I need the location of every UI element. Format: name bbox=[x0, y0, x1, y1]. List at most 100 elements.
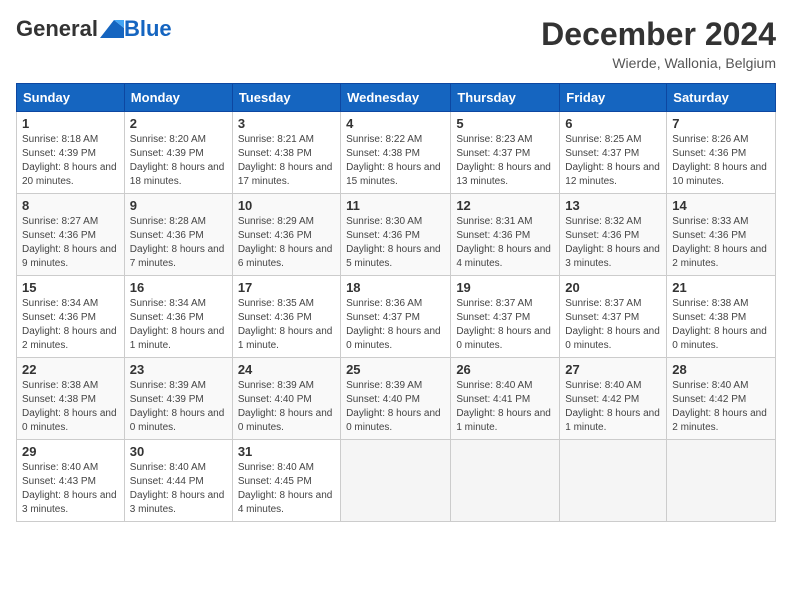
day-number: 15 bbox=[22, 280, 119, 295]
calendar-header-row: SundayMondayTuesdayWednesdayThursdayFrid… bbox=[17, 84, 776, 112]
calendar-cell: 4 Sunrise: 8:22 AMSunset: 4:38 PMDayligh… bbox=[341, 112, 451, 194]
day-info: Sunrise: 8:37 AMSunset: 4:37 PMDaylight:… bbox=[565, 298, 660, 351]
logo-general: General bbox=[16, 16, 98, 42]
day-info: Sunrise: 8:38 AMSunset: 4:38 PMDaylight:… bbox=[22, 380, 117, 433]
day-number: 20 bbox=[565, 280, 661, 295]
calendar-header-thursday: Thursday bbox=[451, 84, 560, 112]
day-number: 23 bbox=[130, 362, 227, 377]
calendar-header-monday: Monday bbox=[124, 84, 232, 112]
calendar-cell: 14 Sunrise: 8:33 AMSunset: 4:36 PMDaylig… bbox=[667, 194, 776, 276]
day-number: 18 bbox=[346, 280, 445, 295]
day-info: Sunrise: 8:33 AMSunset: 4:36 PMDaylight:… bbox=[672, 216, 767, 269]
calendar-cell: 16 Sunrise: 8:34 AMSunset: 4:36 PMDaylig… bbox=[124, 276, 232, 358]
calendar-week-row: 1 Sunrise: 8:18 AMSunset: 4:39 PMDayligh… bbox=[17, 112, 776, 194]
calendar-cell: 28 Sunrise: 8:40 AMSunset: 4:42 PMDaylig… bbox=[667, 358, 776, 440]
day-number: 11 bbox=[346, 198, 445, 213]
day-number: 10 bbox=[238, 198, 335, 213]
day-info: Sunrise: 8:22 AMSunset: 4:38 PMDaylight:… bbox=[346, 134, 441, 187]
day-number: 14 bbox=[672, 198, 770, 213]
calendar-cell bbox=[667, 440, 776, 522]
calendar-cell: 29 Sunrise: 8:40 AMSunset: 4:43 PMDaylig… bbox=[17, 440, 125, 522]
day-info: Sunrise: 8:40 AMSunset: 4:42 PMDaylight:… bbox=[672, 380, 767, 433]
calendar-cell: 6 Sunrise: 8:25 AMSunset: 4:37 PMDayligh… bbox=[560, 112, 667, 194]
day-info: Sunrise: 8:23 AMSunset: 4:37 PMDaylight:… bbox=[456, 134, 551, 187]
day-number: 2 bbox=[130, 116, 227, 131]
calendar-cell: 30 Sunrise: 8:40 AMSunset: 4:44 PMDaylig… bbox=[124, 440, 232, 522]
month-title: December 2024 bbox=[541, 16, 776, 53]
calendar-cell: 12 Sunrise: 8:31 AMSunset: 4:36 PMDaylig… bbox=[451, 194, 560, 276]
day-number: 17 bbox=[238, 280, 335, 295]
day-info: Sunrise: 8:40 AMSunset: 4:43 PMDaylight:… bbox=[22, 462, 117, 515]
day-number: 3 bbox=[238, 116, 335, 131]
calendar-week-row: 15 Sunrise: 8:34 AMSunset: 4:36 PMDaylig… bbox=[17, 276, 776, 358]
calendar-cell: 24 Sunrise: 8:39 AMSunset: 4:40 PMDaylig… bbox=[232, 358, 340, 440]
day-info: Sunrise: 8:18 AMSunset: 4:39 PMDaylight:… bbox=[22, 134, 117, 187]
day-info: Sunrise: 8:38 AMSunset: 4:38 PMDaylight:… bbox=[672, 298, 767, 351]
day-info: Sunrise: 8:31 AMSunset: 4:36 PMDaylight:… bbox=[456, 216, 551, 269]
location: Wierde, Wallonia, Belgium bbox=[541, 55, 776, 71]
day-number: 31 bbox=[238, 444, 335, 459]
calendar-cell: 27 Sunrise: 8:40 AMSunset: 4:42 PMDaylig… bbox=[560, 358, 667, 440]
calendar-cell: 11 Sunrise: 8:30 AMSunset: 4:36 PMDaylig… bbox=[341, 194, 451, 276]
calendar-header-friday: Friday bbox=[560, 84, 667, 112]
day-info: Sunrise: 8:26 AMSunset: 4:36 PMDaylight:… bbox=[672, 134, 767, 187]
day-info: Sunrise: 8:30 AMSunset: 4:36 PMDaylight:… bbox=[346, 216, 441, 269]
day-info: Sunrise: 8:40 AMSunset: 4:41 PMDaylight:… bbox=[456, 380, 551, 433]
calendar-cell: 5 Sunrise: 8:23 AMSunset: 4:37 PMDayligh… bbox=[451, 112, 560, 194]
calendar-cell: 8 Sunrise: 8:27 AMSunset: 4:36 PMDayligh… bbox=[17, 194, 125, 276]
calendar-cell: 20 Sunrise: 8:37 AMSunset: 4:37 PMDaylig… bbox=[560, 276, 667, 358]
logo-blue: Blue bbox=[124, 16, 172, 42]
calendar-header-sunday: Sunday bbox=[17, 84, 125, 112]
day-info: Sunrise: 8:32 AMSunset: 4:36 PMDaylight:… bbox=[565, 216, 660, 269]
page-header: General Blue December 2024 Wierde, Wallo… bbox=[16, 16, 776, 71]
calendar-cell: 17 Sunrise: 8:35 AMSunset: 4:36 PMDaylig… bbox=[232, 276, 340, 358]
day-number: 16 bbox=[130, 280, 227, 295]
calendar-cell: 23 Sunrise: 8:39 AMSunset: 4:39 PMDaylig… bbox=[124, 358, 232, 440]
title-block: December 2024 Wierde, Wallonia, Belgium bbox=[541, 16, 776, 71]
day-info: Sunrise: 8:40 AMSunset: 4:42 PMDaylight:… bbox=[565, 380, 660, 433]
calendar-cell: 21 Sunrise: 8:38 AMSunset: 4:38 PMDaylig… bbox=[667, 276, 776, 358]
day-number: 7 bbox=[672, 116, 770, 131]
day-info: Sunrise: 8:36 AMSunset: 4:37 PMDaylight:… bbox=[346, 298, 441, 351]
day-info: Sunrise: 8:39 AMSunset: 4:39 PMDaylight:… bbox=[130, 380, 225, 433]
calendar-week-row: 8 Sunrise: 8:27 AMSunset: 4:36 PMDayligh… bbox=[17, 194, 776, 276]
day-info: Sunrise: 8:20 AMSunset: 4:39 PMDaylight:… bbox=[130, 134, 225, 187]
day-number: 12 bbox=[456, 198, 554, 213]
day-number: 26 bbox=[456, 362, 554, 377]
logo: General Blue bbox=[16, 16, 172, 42]
calendar-cell: 9 Sunrise: 8:28 AMSunset: 4:36 PMDayligh… bbox=[124, 194, 232, 276]
calendar-cell: 22 Sunrise: 8:38 AMSunset: 4:38 PMDaylig… bbox=[17, 358, 125, 440]
calendar-cell: 25 Sunrise: 8:39 AMSunset: 4:40 PMDaylig… bbox=[341, 358, 451, 440]
day-info: Sunrise: 8:29 AMSunset: 4:36 PMDaylight:… bbox=[238, 216, 333, 269]
calendar-header-tuesday: Tuesday bbox=[232, 84, 340, 112]
day-number: 27 bbox=[565, 362, 661, 377]
calendar-cell bbox=[451, 440, 560, 522]
calendar-cell: 15 Sunrise: 8:34 AMSunset: 4:36 PMDaylig… bbox=[17, 276, 125, 358]
calendar-header-wednesday: Wednesday bbox=[341, 84, 451, 112]
day-info: Sunrise: 8:35 AMSunset: 4:36 PMDaylight:… bbox=[238, 298, 333, 351]
calendar-table: SundayMondayTuesdayWednesdayThursdayFrid… bbox=[16, 83, 776, 522]
calendar-week-row: 29 Sunrise: 8:40 AMSunset: 4:43 PMDaylig… bbox=[17, 440, 776, 522]
day-info: Sunrise: 8:25 AMSunset: 4:37 PMDaylight:… bbox=[565, 134, 660, 187]
calendar-cell: 10 Sunrise: 8:29 AMSunset: 4:36 PMDaylig… bbox=[232, 194, 340, 276]
day-number: 1 bbox=[22, 116, 119, 131]
calendar-cell: 13 Sunrise: 8:32 AMSunset: 4:36 PMDaylig… bbox=[560, 194, 667, 276]
day-info: Sunrise: 8:34 AMSunset: 4:36 PMDaylight:… bbox=[130, 298, 225, 351]
day-number: 30 bbox=[130, 444, 227, 459]
calendar-week-row: 22 Sunrise: 8:38 AMSunset: 4:38 PMDaylig… bbox=[17, 358, 776, 440]
calendar-cell: 2 Sunrise: 8:20 AMSunset: 4:39 PMDayligh… bbox=[124, 112, 232, 194]
day-number: 22 bbox=[22, 362, 119, 377]
day-info: Sunrise: 8:34 AMSunset: 4:36 PMDaylight:… bbox=[22, 298, 117, 351]
calendar-cell bbox=[560, 440, 667, 522]
day-number: 24 bbox=[238, 362, 335, 377]
day-info: Sunrise: 8:39 AMSunset: 4:40 PMDaylight:… bbox=[346, 380, 441, 433]
day-number: 13 bbox=[565, 198, 661, 213]
calendar-cell: 3 Sunrise: 8:21 AMSunset: 4:38 PMDayligh… bbox=[232, 112, 340, 194]
calendar-cell: 7 Sunrise: 8:26 AMSunset: 4:36 PMDayligh… bbox=[667, 112, 776, 194]
day-info: Sunrise: 8:39 AMSunset: 4:40 PMDaylight:… bbox=[238, 380, 333, 433]
calendar-cell: 1 Sunrise: 8:18 AMSunset: 4:39 PMDayligh… bbox=[17, 112, 125, 194]
logo-icon bbox=[100, 20, 124, 38]
calendar-cell bbox=[341, 440, 451, 522]
day-number: 19 bbox=[456, 280, 554, 295]
day-number: 4 bbox=[346, 116, 445, 131]
